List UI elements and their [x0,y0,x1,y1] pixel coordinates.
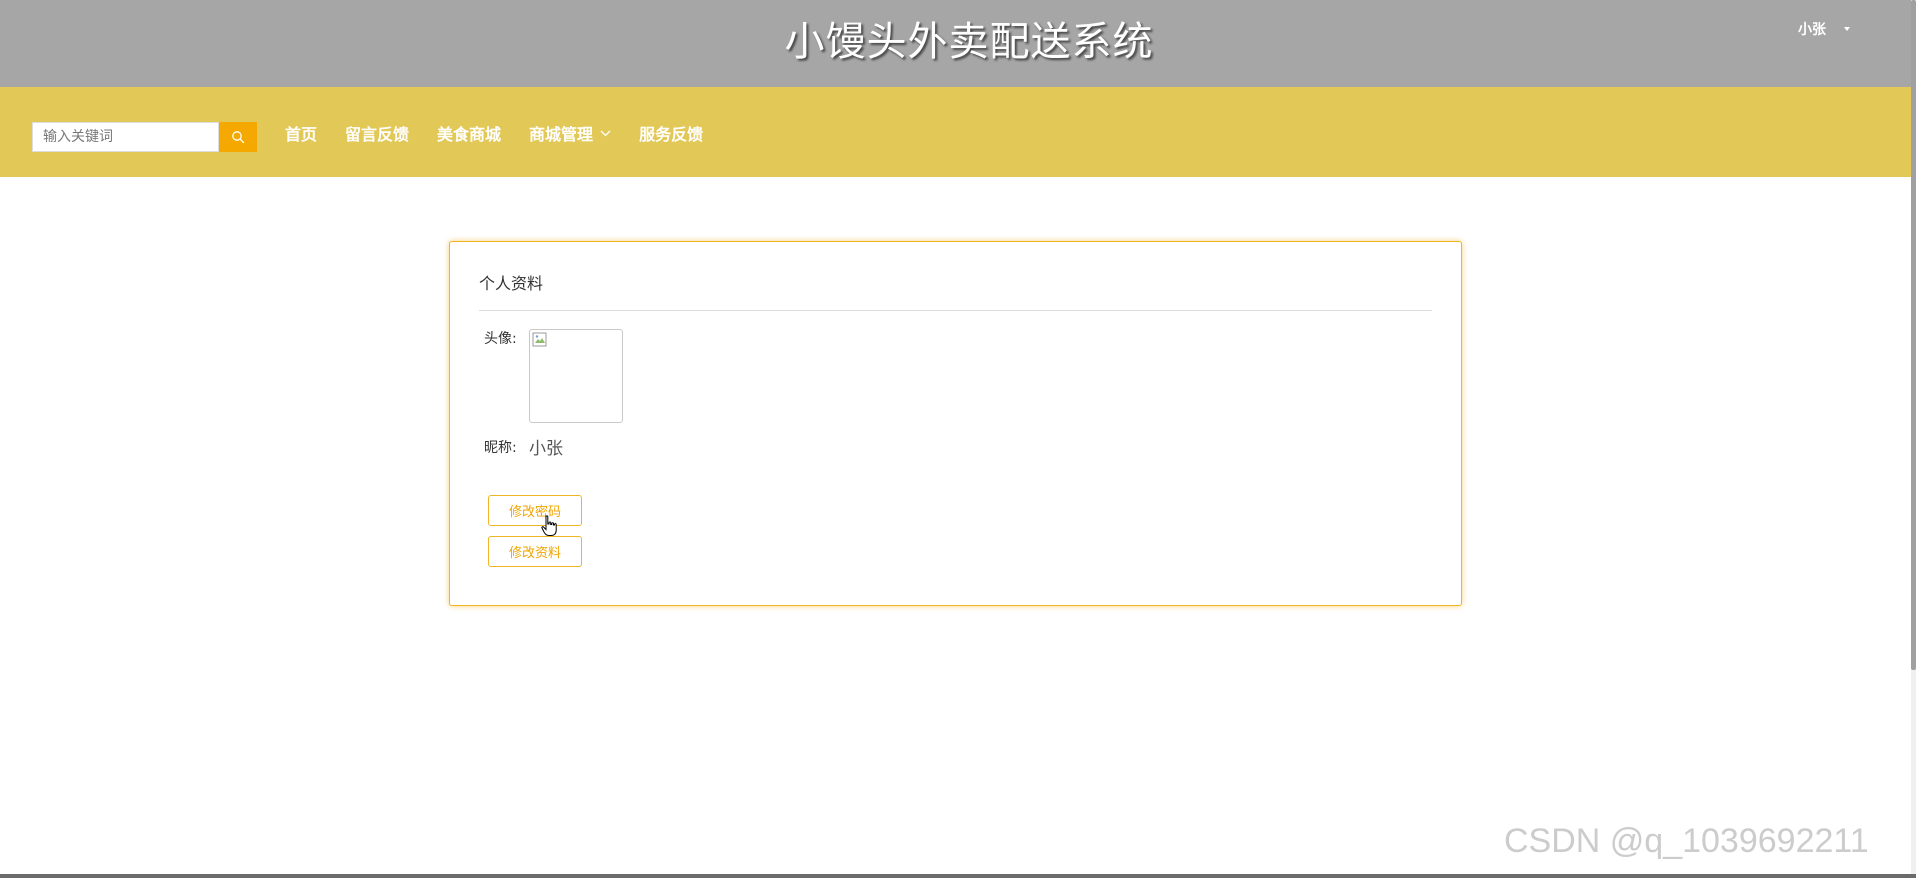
search-input[interactable] [32,122,219,152]
page-scrollbar[interactable] [1911,0,1916,878]
nickname-label: 昵称: [484,440,517,456]
nav-item-home[interactable]: 首页 [285,121,317,145]
user-name: 小张 [1798,22,1826,38]
site-title: 小馒头外卖配送系统 [784,19,1154,65]
profile-card: 个人资料 头像: 昵称: 小张 修改密码 修改资料 [449,241,1462,606]
search-button[interactable] [219,122,257,152]
user-menu[interactable]: 小张 [1798,18,1850,40]
nav-item-food-mall[interactable]: 美食商城 [437,121,501,145]
change-password-button[interactable]: 修改密码 [488,495,582,526]
search-box [32,122,257,152]
watermark: CSDN @q_1039692211 [1504,822,1869,860]
card-title: 个人资料 [479,274,544,293]
caret-down-icon [1844,27,1850,31]
divider [479,310,1432,311]
avatar [529,329,623,423]
nav-item-mall-management[interactable]: 商城管理 [529,121,611,145]
nav-item-message-feedback[interactable]: 留言反馈 [345,121,409,145]
broken-image-icon [532,332,547,347]
nav-item-service-feedback[interactable]: 服务反馈 [639,121,703,145]
nickname-value: 小张 [529,439,563,459]
search-icon [232,131,245,144]
scrollbar-thumb[interactable] [1911,0,1916,670]
top-banner: 小馒头外卖配送系统 小张 [0,0,1916,87]
avatar-label: 头像: [484,331,517,347]
nav-menu: 首页 留言反馈 美食商城 商城管理 服务反馈 [285,119,731,147]
bottom-bar [0,874,1916,878]
nav-item-label: 商城管理 [529,125,594,144]
nav-bar: 首页 留言反馈 美食商城 商城管理 服务反馈 [0,87,1914,177]
edit-profile-button[interactable]: 修改资料 [488,536,582,567]
chevron-down-icon [600,130,611,137]
